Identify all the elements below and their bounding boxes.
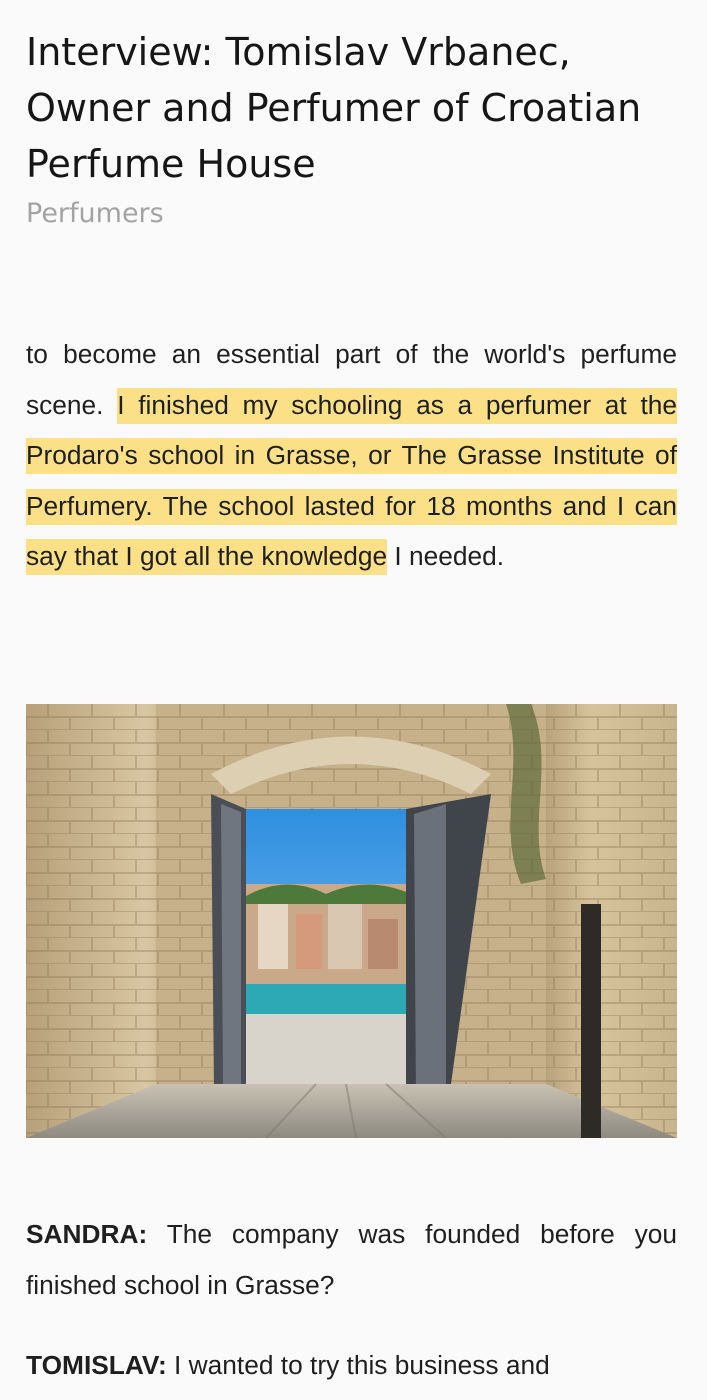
article-body-qa: SANDRA: The company was founded before y…: [26, 1209, 677, 1391]
category-link[interactable]: Perfumers: [26, 194, 686, 234]
intro-paragraph: to become an essential part of the world…: [26, 329, 677, 582]
article-title: Interview: Tomislav Vrbanec, Owner and P…: [26, 30, 642, 186]
intro-text-end: I needed.: [387, 541, 505, 571]
speaker-label: SANDRA:: [26, 1219, 148, 1249]
speaker-label: TOMISLAV:: [26, 1350, 167, 1380]
article-body-intro: to become an essential part of the world…: [26, 329, 677, 582]
qa-text: I wanted to try this business and: [166, 1350, 550, 1380]
qa-paragraph-tomislav: TOMISLAV: I wanted to try this business …: [26, 1340, 677, 1391]
highlighted-text[interactable]: I finished my schooling as a perfumer at…: [26, 387, 677, 575]
article-image: [26, 704, 677, 1138]
qa-paragraph-sandra: SANDRA: The company was founded before y…: [26, 1209, 677, 1310]
article-header: Interview: Tomislav Vrbanec, Owner and P…: [26, 24, 686, 234]
